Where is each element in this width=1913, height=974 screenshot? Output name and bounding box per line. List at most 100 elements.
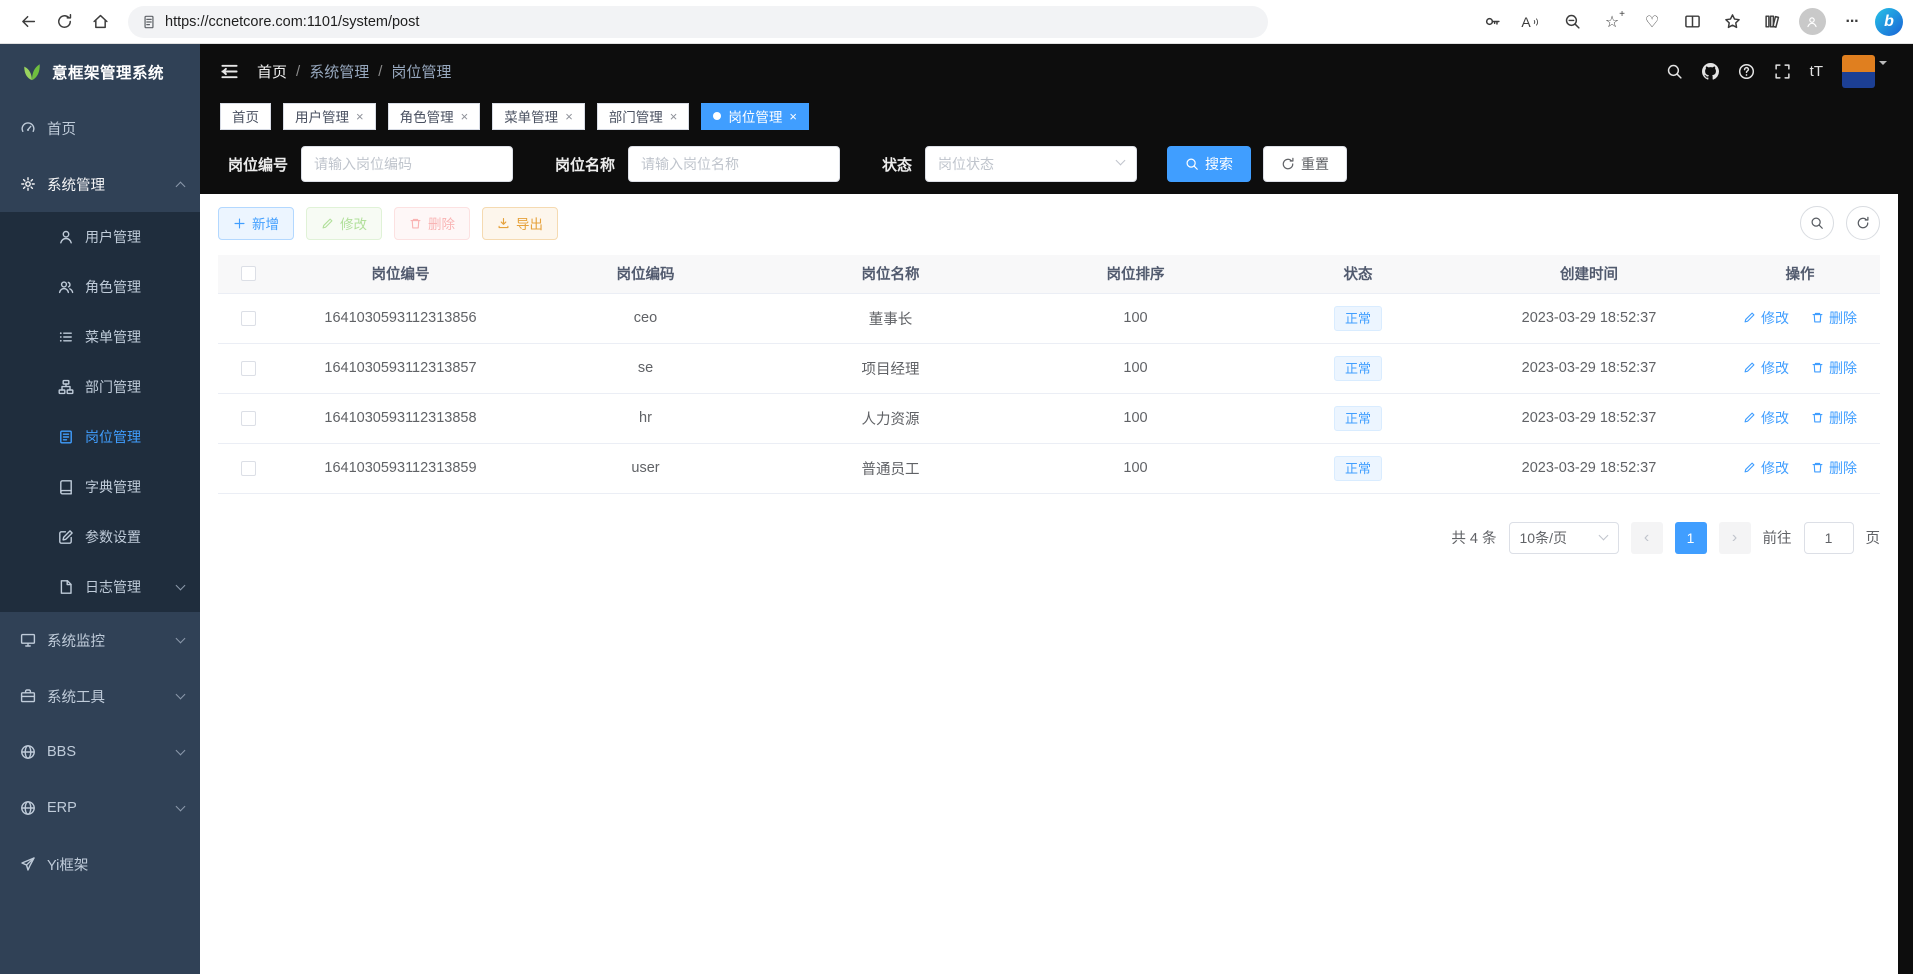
row-edit-link[interactable]: 修改: [1743, 408, 1789, 428]
sidebar-item-role-mgmt[interactable]: 角色管理: [0, 262, 200, 312]
browser-toolbar: https://ccnetcore.com:1101/system/post A…: [0, 0, 1913, 44]
refresh-table-button[interactable]: [1846, 206, 1880, 240]
row-checkbox[interactable]: [241, 311, 256, 326]
page-size-select[interactable]: 10条/页: [1509, 522, 1619, 554]
page-1-button[interactable]: 1: [1675, 522, 1707, 554]
user-avatar-logo[interactable]: [1842, 55, 1875, 88]
users-icon: [58, 279, 74, 295]
bing-icon[interactable]: b: [1875, 8, 1903, 36]
row-edit-link[interactable]: 修改: [1743, 308, 1789, 328]
tab-user-mgmt[interactable]: 用户管理×: [283, 103, 376, 130]
goto-page-input[interactable]: [1804, 522, 1854, 554]
close-icon[interactable]: ×: [670, 110, 678, 123]
row-delete-link[interactable]: 删除: [1811, 408, 1857, 428]
caret-down-icon[interactable]: [1879, 61, 1887, 69]
status-select[interactable]: [925, 146, 1137, 182]
sidebar-item-tools[interactable]: 系统工具: [0, 668, 200, 724]
system-submenu: 用户管理 角色管理 菜单管理 部门管理 岗位管理: [0, 212, 200, 612]
favorites-icon[interactable]: [1715, 4, 1749, 40]
export-button[interactable]: 导出: [482, 207, 558, 240]
address-bar[interactable]: https://ccnetcore.com:1101/system/post: [128, 6, 1268, 38]
close-icon[interactable]: ×: [461, 110, 469, 123]
tab-role-mgmt[interactable]: 角色管理×: [388, 103, 481, 130]
browser-refresh-button[interactable]: [46, 4, 82, 40]
table-toolbar: 新增 修改 删除 导出: [218, 206, 1880, 240]
breadcrumb-home[interactable]: 首页: [257, 61, 287, 82]
read-aloud-icon[interactable]: A: [1515, 4, 1549, 40]
header-search-icon[interactable]: [1666, 63, 1683, 80]
sidebar-item-home[interactable]: 首页: [0, 100, 200, 156]
fullscreen-icon[interactable]: [1774, 63, 1791, 80]
post-name-input[interactable]: [628, 146, 840, 182]
browser-back-button[interactable]: [10, 4, 46, 40]
top-navbar: 首页 / 系统管理 / 岗位管理 tT: [200, 44, 1913, 98]
font-size-icon[interactable]: tT: [1810, 63, 1823, 80]
status-label: 状态: [882, 154, 912, 175]
goto-label: 前往: [1763, 527, 1792, 548]
more-menu-icon[interactable]: ···: [1835, 4, 1869, 40]
refresh-icon: [56, 13, 73, 30]
close-icon[interactable]: ×: [565, 110, 573, 123]
tag-views-bar: 首页 用户管理× 角色管理× 菜单管理× 部门管理× 岗位管理×: [200, 98, 1913, 134]
close-icon[interactable]: ×: [789, 110, 797, 123]
tab-home[interactable]: 首页: [220, 103, 271, 130]
sidebar-item-log-mgmt[interactable]: 日志管理: [0, 562, 200, 612]
toggle-search-button[interactable]: [1800, 206, 1834, 240]
zoom-icon[interactable]: [1555, 4, 1589, 40]
github-icon[interactable]: [1702, 63, 1719, 80]
row-edit-link[interactable]: 修改: [1743, 458, 1789, 478]
col-post-name: 岗位名称: [768, 255, 1013, 293]
sidebar-item-erp[interactable]: ERP: [0, 780, 200, 836]
password-key-icon[interactable]: [1475, 4, 1509, 40]
browser-essentials-icon[interactable]: ♡: [1635, 4, 1669, 40]
sidebar-item-param-settings[interactable]: 参数设置: [0, 512, 200, 562]
tab-menu-mgmt[interactable]: 菜单管理×: [492, 103, 585, 130]
help-icon[interactable]: [1738, 63, 1755, 80]
dashboard-icon: [20, 120, 36, 136]
browser-home-button[interactable]: [82, 4, 118, 40]
content-card: 新增 修改 删除 导出: [200, 194, 1898, 974]
add-button[interactable]: 新增: [218, 207, 294, 240]
add-favorite-icon[interactable]: ☆+: [1595, 4, 1629, 40]
sidebar-item-system[interactable]: 系统管理: [0, 156, 200, 212]
sidebar-toggle-icon[interactable]: [220, 62, 239, 81]
row-checkbox[interactable]: [241, 411, 256, 426]
app-logo[interactable]: 意框架管理系统: [0, 44, 200, 100]
sidebar-item-dept-mgmt[interactable]: 部门管理: [0, 362, 200, 412]
row-checkbox[interactable]: [241, 361, 256, 376]
badge-icon: [58, 429, 74, 445]
sidebar-item-dict-mgmt[interactable]: 字典管理: [0, 462, 200, 512]
search-button[interactable]: 搜索: [1167, 146, 1251, 182]
row-edit-link[interactable]: 修改: [1743, 358, 1789, 378]
select-all-checkbox[interactable]: [241, 266, 256, 281]
sidebar-item-yi-framework[interactable]: Yi框架: [0, 836, 200, 892]
sidebar-item-bbs[interactable]: BBS: [0, 724, 200, 780]
tab-dept-mgmt[interactable]: 部门管理×: [597, 103, 690, 130]
sidebar-item-menu-mgmt[interactable]: 菜单管理: [0, 312, 200, 362]
sidebar-item-monitor[interactable]: 系统监控: [0, 612, 200, 668]
row-checkbox[interactable]: [241, 461, 256, 476]
row-delete-link[interactable]: 删除: [1811, 308, 1857, 328]
delete-button[interactable]: 删除: [394, 207, 470, 240]
reset-button[interactable]: 重置: [1263, 146, 1347, 182]
globe-icon: [20, 744, 36, 760]
next-page-button[interactable]: ›: [1719, 522, 1751, 554]
profile-avatar[interactable]: [1795, 4, 1829, 40]
row-delete-link[interactable]: 删除: [1811, 358, 1857, 378]
sidebar-item-post-mgmt[interactable]: 岗位管理: [0, 412, 200, 462]
main-area: 首页 / 系统管理 / 岗位管理 tT: [200, 44, 1913, 974]
collections-icon[interactable]: [1755, 4, 1789, 40]
prev-page-button[interactable]: ‹: [1631, 522, 1663, 554]
breadcrumb-section[interactable]: 系统管理: [309, 61, 369, 82]
close-icon[interactable]: ×: [356, 110, 364, 123]
chevron-down-icon: [176, 802, 186, 812]
split-screen-icon[interactable]: [1675, 4, 1709, 40]
edit-button[interactable]: 修改: [306, 207, 382, 240]
status-badge: 正常: [1334, 406, 1382, 431]
row-delete-link[interactable]: 删除: [1811, 458, 1857, 478]
url-text[interactable]: https://ccnetcore.com:1101/system/post: [165, 14, 419, 30]
tab-post-mgmt[interactable]: 岗位管理×: [701, 103, 809, 130]
search-icon: [1185, 157, 1199, 171]
post-code-input[interactable]: [301, 146, 513, 182]
sidebar-item-user-mgmt[interactable]: 用户管理: [0, 212, 200, 262]
